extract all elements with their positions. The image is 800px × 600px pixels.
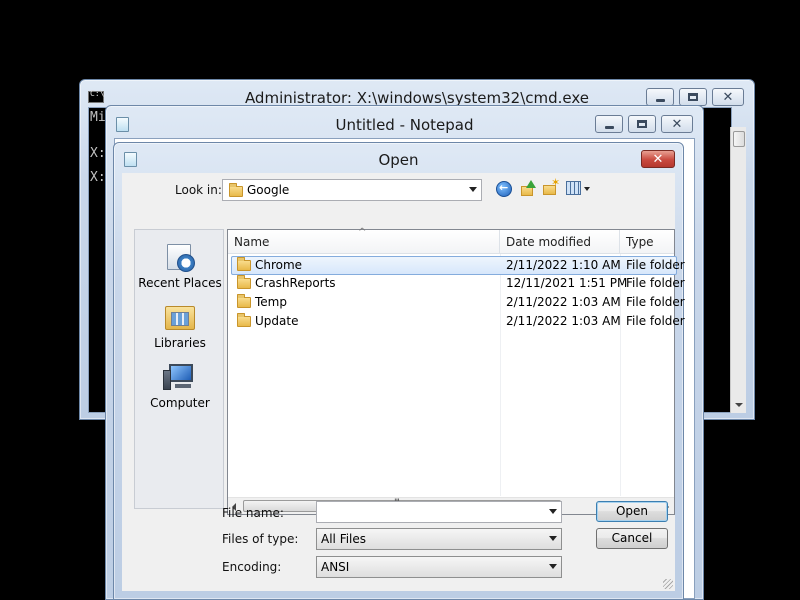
view-menu-icon[interactable] xyxy=(566,180,592,198)
cmd-minimize-button[interactable] xyxy=(646,88,674,106)
back-arrow-icon[interactable]: ← xyxy=(496,181,512,197)
up-folder-icon[interactable] xyxy=(519,180,537,198)
chevron-down-icon[interactable] xyxy=(549,509,557,514)
file-type: File folder xyxy=(626,295,685,309)
close-icon: ✕ xyxy=(652,151,664,167)
file-name: Chrome xyxy=(255,258,303,272)
cmd-scroll-thumb[interactable] xyxy=(733,131,745,147)
place-label: Libraries xyxy=(154,336,206,350)
minimize-icon xyxy=(655,98,665,102)
maximize-icon xyxy=(688,93,698,101)
file-name-label: File name: xyxy=(222,506,284,520)
dialog-title: Open xyxy=(378,151,419,169)
recent-places-icon xyxy=(163,240,197,274)
notepad-minimize-button[interactable] xyxy=(595,115,623,133)
place-label: Recent Places xyxy=(138,276,222,290)
column-header-type[interactable]: Type xyxy=(620,230,674,254)
file-row[interactable]: Temp 2/11/2022 1:03 AM File folder xyxy=(231,294,685,313)
place-recent-places[interactable]: Recent Places xyxy=(135,240,225,290)
column-header-label: Type xyxy=(626,235,654,249)
file-date: 12/11/2021 1:51 PM xyxy=(506,276,628,290)
place-label: Computer xyxy=(150,396,210,410)
new-folder-icon[interactable]: ✶ xyxy=(542,176,560,198)
scroll-down-arrow-icon[interactable] xyxy=(735,403,743,407)
file-date: 2/11/2022 1:03 AM xyxy=(506,314,621,328)
look-in-label: Look in: xyxy=(175,183,222,197)
notepad-close-button[interactable]: ✕ xyxy=(661,115,693,133)
column-header-date[interactable]: Date modified xyxy=(500,230,620,254)
close-icon: ✕ xyxy=(722,89,734,105)
file-row[interactable]: Update 2/11/2022 1:03 AM File folder xyxy=(231,313,685,332)
folder-icon xyxy=(237,313,251,327)
folder-icon xyxy=(237,275,251,289)
folder-icon xyxy=(237,257,251,271)
file-type: File folder xyxy=(626,276,685,290)
files-of-type-label: Files of type: xyxy=(222,532,299,546)
folder-icon xyxy=(237,294,251,308)
places-bar: Recent Places Libraries Computer xyxy=(134,229,224,509)
column-header-label: Date modified xyxy=(506,235,592,249)
dialog-close-button[interactable]: ✕ xyxy=(641,150,675,168)
file-date: 2/11/2022 1:03 AM xyxy=(506,295,621,309)
file-row[interactable]: Chrome 2/11/2022 1:10 AM File folder xyxy=(231,256,685,275)
column-header-label: Name xyxy=(234,235,270,249)
encoding-value: ANSI xyxy=(321,560,350,574)
cmd-line: X: xyxy=(90,170,106,185)
cancel-button[interactable]: Cancel xyxy=(596,528,668,549)
chevron-down-icon[interactable] xyxy=(549,564,557,569)
dialog-body: Look in: Google ← ✶ Recent Places Librar… xyxy=(122,173,685,591)
encoding-label: Encoding: xyxy=(222,560,282,574)
minimize-icon xyxy=(604,125,614,129)
look-in-dropdown[interactable]: Google xyxy=(222,179,482,201)
file-name: Update xyxy=(255,314,299,328)
computer-icon xyxy=(163,360,197,394)
chevron-down-icon[interactable] xyxy=(469,187,477,192)
libraries-icon xyxy=(163,300,197,334)
maximize-icon xyxy=(637,120,647,128)
cmd-maximize-button[interactable] xyxy=(679,88,707,106)
open-dialog[interactable]: Open ✕ Look in: Google ← ✶ Recent Places… xyxy=(113,142,685,600)
file-name: CrashReports xyxy=(255,276,336,290)
look-in-value: Google xyxy=(247,183,290,197)
resize-grip-icon[interactable] xyxy=(663,579,673,589)
chevron-down-icon[interactable] xyxy=(549,536,557,541)
files-of-type-dropdown[interactable]: All Files xyxy=(316,528,562,550)
file-type: File folder xyxy=(626,314,685,328)
file-date: 2/11/2022 1:10 AM xyxy=(506,258,621,272)
cmd-vertical-scrollbar[interactable] xyxy=(730,127,746,413)
files-of-type-value: All Files xyxy=(321,532,367,546)
file-type: File folder xyxy=(626,258,685,272)
place-libraries[interactable]: Libraries xyxy=(135,300,225,350)
close-icon: ✕ xyxy=(671,116,683,132)
cmd-line: X: xyxy=(90,146,106,161)
cmd-line: Mi xyxy=(90,110,106,125)
open-button[interactable]: Open xyxy=(596,501,668,522)
encoding-dropdown[interactable]: ANSI xyxy=(316,556,562,578)
file-name-input[interactable] xyxy=(316,501,562,523)
cmd-close-button[interactable]: ✕ xyxy=(712,88,744,106)
place-computer[interactable]: Computer xyxy=(135,360,225,410)
file-list[interactable]: Name ^ Date modified Type Chrome 2/11/20… xyxy=(227,227,685,515)
column-header-name[interactable]: Name ^ xyxy=(228,227,500,254)
sort-ascending-icon: ^ xyxy=(358,227,367,238)
folder-icon xyxy=(229,183,243,197)
notepad-maximize-button[interactable] xyxy=(628,115,656,133)
file-row[interactable]: CrashReports 12/11/2021 1:51 PM File fol… xyxy=(231,275,685,294)
file-name: Temp xyxy=(255,295,287,309)
